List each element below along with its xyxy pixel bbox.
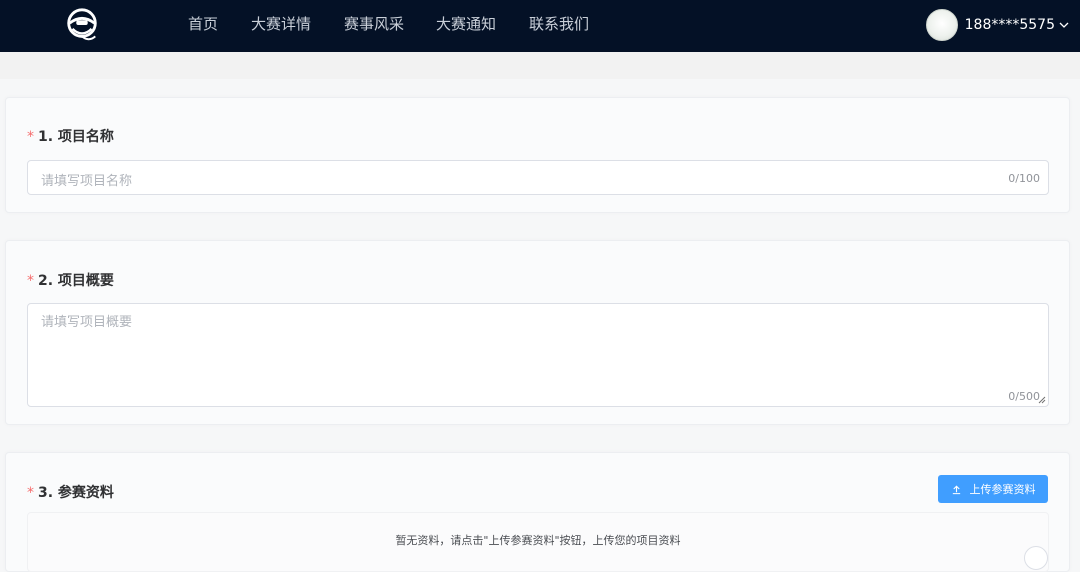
- resize-handle-icon[interactable]: [1038, 396, 1046, 404]
- materials-label: 3. 参赛资料: [38, 485, 114, 501]
- required-mark: *: [27, 129, 34, 145]
- project-summary-title: * 2. 项目概要: [27, 270, 114, 290]
- top-navbar: 首页 大赛详情 赛事风采 大赛通知 联系我们 188****5575: [0, 0, 1080, 52]
- back-to-top-button[interactable]: [1024, 546, 1048, 570]
- breadcrumb-bar: [0, 52, 1080, 79]
- required-mark: *: [27, 485, 34, 501]
- project-name-input[interactable]: 请填写项目名称 0/100: [27, 160, 1049, 195]
- project-summary-card: * 2. 项目概要 请填写项目概要 0/500: [5, 240, 1070, 425]
- required-mark: *: [27, 273, 34, 289]
- user-menu[interactable]: 188****5575: [925, 8, 1070, 42]
- chevron-down-icon[interactable]: [1058, 19, 1070, 31]
- avatar[interactable]: [925, 9, 958, 41]
- materials-title: * 3. 参赛资料: [27, 482, 114, 502]
- project-name-label: 1. 项目名称: [38, 129, 114, 145]
- upload-materials-button[interactable]: 上传参赛资料: [938, 475, 1048, 503]
- materials-card: * 3. 参赛资料 上传参赛资料 暂无资料，请点击"上传参赛资料"按钮，上传您的项…: [5, 452, 1070, 572]
- project-name-placeholder: 请填写项目名称: [41, 174, 133, 189]
- upload-materials-label: 上传参赛资料: [969, 483, 1036, 496]
- nav-item-home[interactable]: 首页: [188, 0, 218, 52]
- nav-item-contact-us[interactable]: 联系我们: [529, 0, 589, 52]
- project-summary-counter: 0/500: [1008, 390, 1040, 403]
- nav-item-event-highlights[interactable]: 赛事风采: [344, 0, 404, 52]
- nav-item-competition-details[interactable]: 大赛详情: [251, 0, 311, 52]
- user-name: 188****5575: [964, 17, 1055, 33]
- nav-item-notices[interactable]: 大赛通知: [436, 0, 496, 52]
- project-name-card: * 1. 项目名称 请填写项目名称 0/100: [5, 97, 1070, 213]
- materials-empty-state: 暂无资料，请点击"上传参赛资料"按钮，上传您的项目资料: [27, 512, 1049, 572]
- project-summary-textarea[interactable]: 请填写项目概要 0/500: [27, 303, 1049, 407]
- project-name-title: * 1. 项目名称: [27, 126, 114, 146]
- project-name-counter: 0/100: [1008, 172, 1040, 185]
- upload-icon: [952, 485, 960, 494]
- project-summary-label: 2. 项目概要: [38, 273, 114, 289]
- logo-icon[interactable]: [63, 6, 101, 44]
- project-summary-placeholder: 请填写项目概要: [41, 315, 133, 330]
- materials-empty-text: 暂无资料，请点击"上传参赛资料"按钮，上传您的项目资料: [395, 534, 681, 547]
